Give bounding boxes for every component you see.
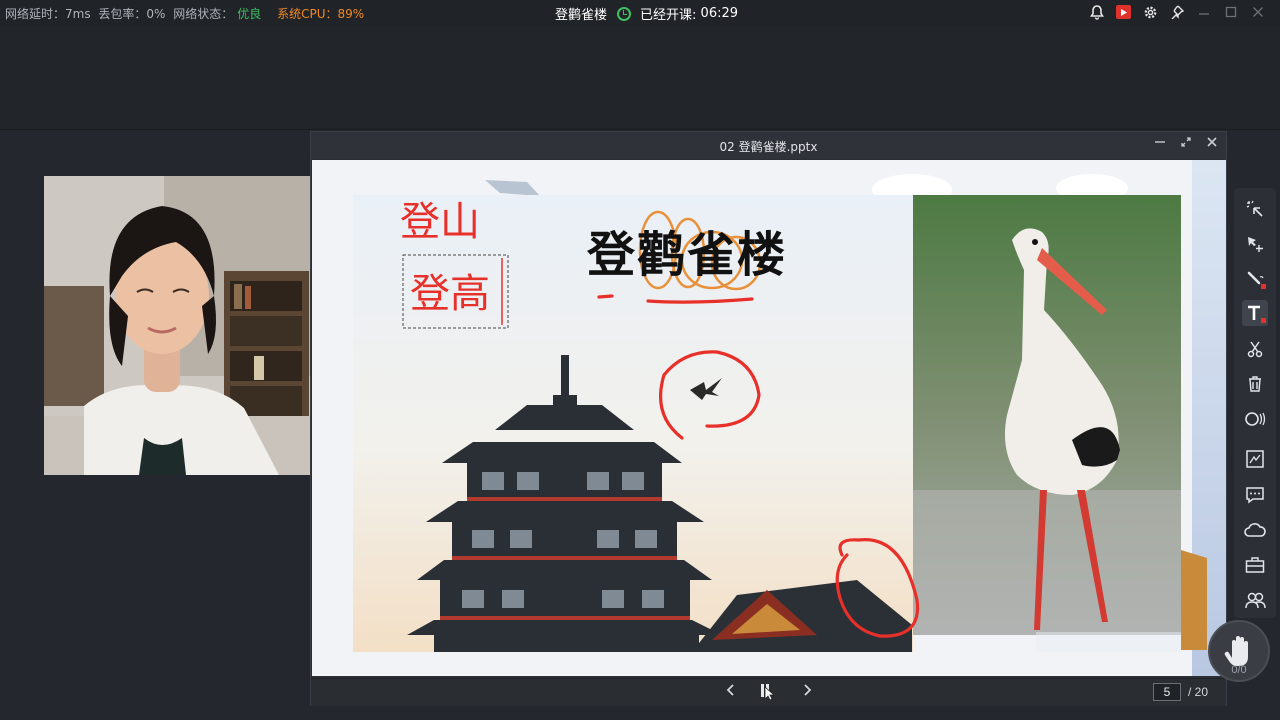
play-pause-button[interactable] bbox=[759, 682, 777, 704]
presentation-window: 02 登鹳雀楼.pptx 登山 登高 登鹳雀楼 5 / 20 bbox=[310, 131, 1227, 706]
video-strip-area bbox=[0, 26, 1280, 130]
clock-icon bbox=[617, 6, 632, 21]
close-icon[interactable] bbox=[1250, 3, 1266, 21]
shape-icon[interactable] bbox=[1242, 406, 1268, 432]
packet-loss-text: 丢包率：0% bbox=[98, 7, 166, 21]
next-slide-button[interactable] bbox=[801, 683, 813, 701]
cloud-icon[interactable] bbox=[1242, 517, 1268, 543]
prev-slide-button[interactable] bbox=[725, 683, 737, 701]
window-controls bbox=[1089, 3, 1266, 21]
network-label: 网络状态： bbox=[173, 7, 234, 21]
page-total: / 20 bbox=[1188, 685, 1209, 699]
teacher-video bbox=[44, 176, 311, 475]
pen-icon[interactable] bbox=[1242, 266, 1268, 292]
presentation-window-controls bbox=[1154, 136, 1218, 152]
elapsed-time: 06:29 bbox=[700, 6, 739, 21]
pen-color-swatch bbox=[1261, 284, 1266, 289]
slide-canvas[interactable]: 登山 登高 登鹳雀楼 bbox=[312, 160, 1226, 676]
users-icon[interactable] bbox=[1242, 587, 1268, 613]
slide-title: 登鹳雀楼 bbox=[587, 227, 788, 283]
text-icon[interactable] bbox=[1242, 300, 1268, 326]
hand-raise-count: 0/0 bbox=[1231, 664, 1247, 676]
page-number-input[interactable]: 5 bbox=[1153, 683, 1181, 701]
bell-icon[interactable] bbox=[1089, 3, 1105, 21]
trash-icon[interactable] bbox=[1242, 371, 1268, 397]
pin-icon[interactable] bbox=[1169, 3, 1185, 21]
scissors-icon[interactable] bbox=[1242, 336, 1268, 362]
session-title: 登鹳雀楼 bbox=[555, 8, 608, 23]
minimize-icon[interactable] bbox=[1196, 3, 1212, 21]
slide-navigation: 5 / 20 bbox=[311, 678, 1226, 706]
raise-hand-button[interactable]: 0/0 bbox=[1208, 620, 1270, 682]
chat-icon[interactable] bbox=[1242, 482, 1268, 508]
record-icon[interactable] bbox=[1116, 5, 1131, 19]
latency-text: 网络延时：7ms bbox=[5, 7, 91, 21]
board-icon[interactable] bbox=[1242, 446, 1268, 472]
elapsed-label: 已经开课: bbox=[640, 8, 697, 23]
network-stats: 网络延时：7ms 丢包率：0% 网络状态： 优良 系统CPU：89% bbox=[5, 5, 368, 22]
window-title: 02 登鹳雀楼.pptx bbox=[719, 140, 818, 154]
toolbox-icon[interactable] bbox=[1242, 552, 1268, 578]
session-info: 登鹳雀楼 已经开课: 06:29 bbox=[555, 4, 738, 23]
ppt-fullscreen-icon[interactable] bbox=[1180, 136, 1192, 152]
status-bar: 网络延时：7ms 丢包率：0% 网络状态： 优良 系统CPU：89% 登鹳雀楼 已… bbox=[0, 0, 1280, 26]
laser-pointer-icon[interactable] bbox=[1242, 196, 1268, 222]
text-color-swatch bbox=[1261, 318, 1266, 323]
ppt-minimize-icon[interactable] bbox=[1154, 136, 1166, 152]
annotation-text-2[interactable]: 登高 bbox=[410, 270, 490, 318]
annotation-toolbar bbox=[1234, 188, 1276, 618]
window-titlebar[interactable]: 02 登鹳雀楼.pptx bbox=[311, 132, 1226, 159]
maximize-icon[interactable] bbox=[1223, 3, 1239, 21]
annotation-text-1: 登山 bbox=[400, 199, 480, 245]
cpu-usage-text: 系统CPU：89% bbox=[277, 7, 365, 21]
network-status-badge: 优良 bbox=[237, 7, 262, 21]
gear-icon[interactable] bbox=[1142, 3, 1158, 21]
select-move-icon[interactable] bbox=[1242, 231, 1268, 257]
ppt-close-icon[interactable] bbox=[1206, 136, 1218, 152]
